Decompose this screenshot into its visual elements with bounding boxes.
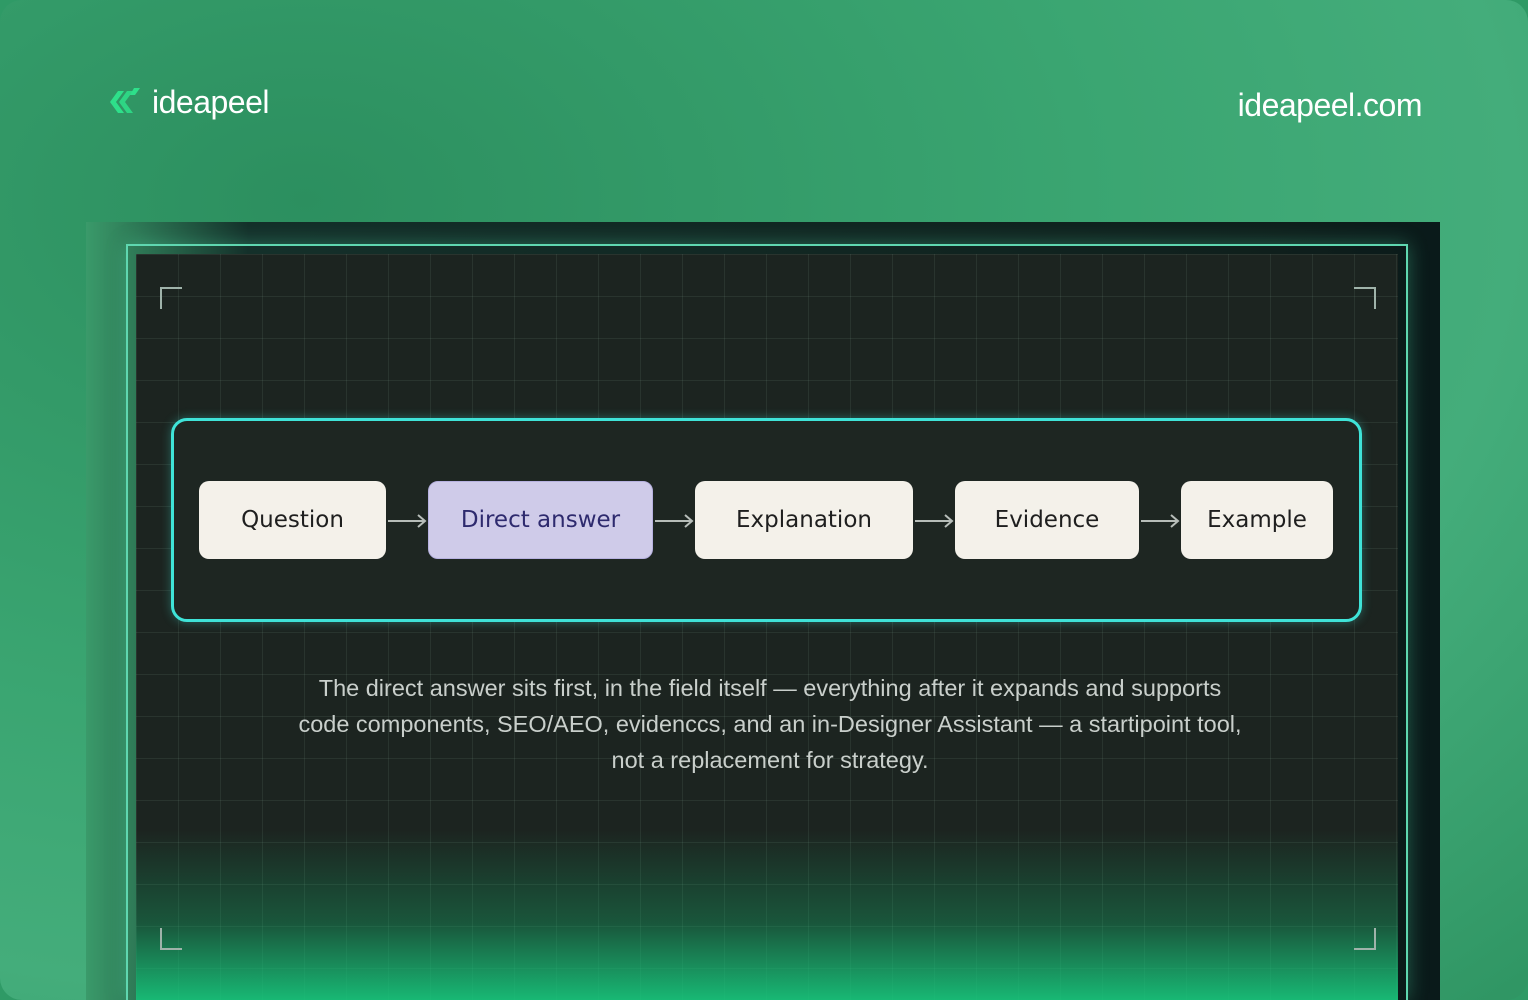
corner-mark-bottom-right xyxy=(1354,928,1376,950)
brand: ideapeel xyxy=(104,82,270,122)
grid-screen xyxy=(136,254,1398,1000)
brand-name: ideapeel xyxy=(152,84,270,120)
ideapeel-logo-icon xyxy=(110,88,140,113)
corner-mark-top-left xyxy=(160,287,182,309)
step-example: Example xyxy=(1181,481,1333,559)
arrow-icon xyxy=(655,514,694,528)
caption-line: The direct answer sits first, in the fie… xyxy=(318,675,1222,701)
bottom-glow xyxy=(136,830,1398,1000)
caption: The direct answer sits first, in the fie… xyxy=(230,670,1310,778)
step-question: Question xyxy=(199,481,386,559)
corner-mark-top-right xyxy=(1354,287,1376,309)
corner-mark-bottom-left xyxy=(160,928,182,950)
caption-line: code components, SEO/AEO, evidenccs, and… xyxy=(298,711,1242,737)
step-direct-answer: Direct answer xyxy=(428,481,653,559)
arrow-icon xyxy=(915,514,954,528)
slide-page: ideapeel ideapeel.com Question Direct an… xyxy=(0,0,1528,1000)
step-explanation: Explanation xyxy=(695,481,913,559)
caption-line: not a replacement for strategy. xyxy=(611,747,929,773)
site-url: ideapeel.com xyxy=(1237,87,1423,123)
arrow-icon xyxy=(388,514,427,528)
step-evidence: Evidence xyxy=(955,481,1139,559)
arrow-icon xyxy=(1141,514,1180,528)
